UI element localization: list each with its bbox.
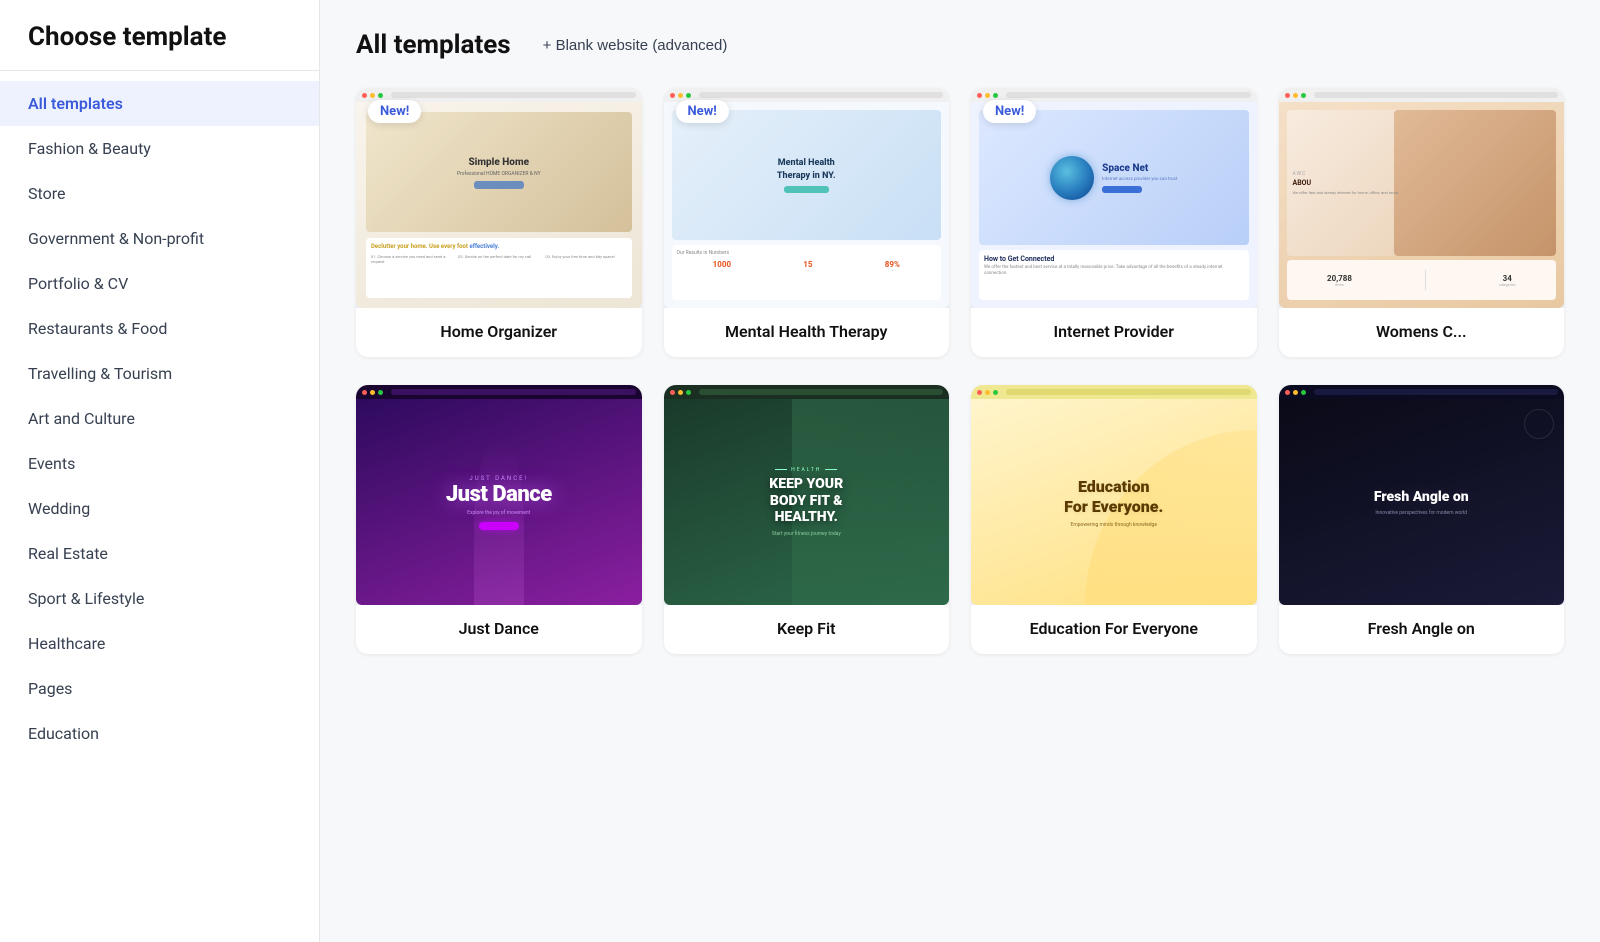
card-preview-just-dance: JUST DANCE! Just Dance Explore the joy o…: [356, 385, 642, 605]
sidebar-item-fashion-beauty[interactable]: Fashion & Beauty: [0, 126, 319, 171]
card-preview-mental-health: New! Mental HealthTherapy in NY.: [664, 88, 950, 308]
card-preview-home-organizer: New! Simple Home Professional HOME ORGAN…: [356, 88, 642, 308]
chrome-dot-red-6: [670, 390, 675, 395]
template-card-home-organizer[interactable]: New! Simple Home Professional HOME ORGAN…: [356, 88, 642, 357]
chrome-dot-yellow-3: [985, 93, 990, 98]
sidebar-item-education[interactable]: Education: [0, 711, 319, 756]
sidebar-title: Choose template: [0, 0, 319, 71]
card-label-internet-provider: Internet Provider: [971, 308, 1257, 357]
chrome-dot-green-3: [993, 93, 998, 98]
chrome-dot-yellow-5: [370, 390, 375, 395]
sidebar-item-pages[interactable]: Pages: [0, 666, 319, 711]
card-label-keep-fit: Keep Fit: [664, 605, 950, 654]
card-label-education-for-everyone: Education For Everyone: [971, 605, 1257, 654]
new-badge-mental-health: New!: [676, 100, 729, 123]
chrome-addr-2: [699, 92, 944, 98]
sidebar-item-travelling-tourism[interactable]: Travelling & Tourism: [0, 351, 319, 396]
sidebar-item-government-nonprofit[interactable]: Government & Non-profit: [0, 216, 319, 261]
sidebar-item-events[interactable]: Events: [0, 441, 319, 486]
chrome-dot-red-8: [1285, 390, 1290, 395]
page-title: All templates: [356, 30, 511, 60]
card-label-just-dance: Just Dance: [356, 605, 642, 654]
template-card-just-dance[interactable]: JUST DANCE! Just Dance Explore the joy o…: [356, 385, 642, 654]
main-header: All templates + Blank website (advanced): [356, 30, 1564, 60]
chrome-dot-red: [362, 93, 367, 98]
chrome-dot-red-4: [1285, 93, 1290, 98]
card-label-fresh-angle: Fresh Angle on: [1279, 605, 1565, 654]
chrome-addr-3: [1006, 92, 1251, 98]
chrome-addr-4: [1314, 92, 1559, 98]
card-preview-womens: AWC ABOU We offer fast and steady intern…: [1279, 88, 1565, 308]
chrome-dot-red-3: [977, 93, 982, 98]
template-card-mental-health[interactable]: New! Mental HealthTherapy in NY.: [664, 88, 950, 357]
sidebar-item-healthcare[interactable]: Healthcare: [0, 621, 319, 666]
chrome-dot-green: [378, 93, 383, 98]
card-label-home-organizer: Home Organizer: [356, 308, 642, 357]
chrome-dot-green-2: [686, 93, 691, 98]
chrome-dot-red-7: [977, 390, 982, 395]
template-card-education-for-everyone[interactable]: EducationFor Everyone. Empowering minds …: [971, 385, 1257, 654]
sidebar-item-restaurants-food[interactable]: Restaurants & Food: [0, 306, 319, 351]
chrome-dot-green-7: [993, 390, 998, 395]
chrome-dot-yellow: [370, 93, 375, 98]
sidebar: Choose template All templates Fashion & …: [0, 0, 320, 942]
chrome-addr-7: [1006, 389, 1251, 395]
template-card-womens-clothing[interactable]: AWC ABOU We offer fast and steady intern…: [1279, 88, 1565, 357]
template-grid: New! Simple Home Professional HOME ORGAN…: [356, 88, 1564, 654]
card-preview-internet-provider: New! Space Net Internet access: [971, 88, 1257, 308]
chrome-dot-green-8: [1301, 390, 1306, 395]
card-preview-keep-fit: HEALTH KEEP YOURBODY FIT &HEALTHY. Start…: [664, 385, 950, 605]
sidebar-item-wedding[interactable]: Wedding: [0, 486, 319, 531]
main-content: All templates + Blank website (advanced)…: [320, 0, 1600, 942]
card-preview-fresh-angle: Fresh Angle on Innovative perspectives f…: [1279, 385, 1565, 605]
template-card-keep-fit[interactable]: HEALTH KEEP YOURBODY FIT &HEALTHY. Start…: [664, 385, 950, 654]
chrome-addr-8: [1314, 389, 1559, 395]
sidebar-item-portfolio-cv[interactable]: Portfolio & CV: [0, 261, 319, 306]
blank-website-button[interactable]: + Blank website (advanced): [531, 31, 740, 60]
card-label-mental-health: Mental Health Therapy: [664, 308, 950, 357]
chrome-dot-yellow-2: [678, 93, 683, 98]
chrome-dot-yellow-7: [985, 390, 990, 395]
chrome-dot-yellow-6: [678, 390, 683, 395]
chrome-dot-green-4: [1301, 93, 1306, 98]
card-preview-education: EducationFor Everyone. Empowering minds …: [971, 385, 1257, 605]
card-label-womens-clothing: Womens C...: [1279, 308, 1565, 357]
template-card-internet-provider[interactable]: New! Space Net Internet access: [971, 88, 1257, 357]
sidebar-item-art-culture[interactable]: Art and Culture: [0, 396, 319, 441]
chrome-dot-red-2: [670, 93, 675, 98]
new-badge-home-organizer: New!: [368, 100, 421, 123]
chrome-addr-6: [699, 389, 944, 395]
chrome-addr: [391, 92, 636, 98]
template-card-fresh-angle[interactable]: Fresh Angle on Innovative perspectives f…: [1279, 385, 1565, 654]
sidebar-item-sport-lifestyle[interactable]: Sport & Lifestyle: [0, 576, 319, 621]
chrome-dot-yellow-4: [1293, 93, 1298, 98]
chrome-addr-5: [391, 389, 636, 395]
new-badge-internet-provider: New!: [983, 100, 1036, 123]
chrome-dot-red-5: [362, 390, 367, 395]
chrome-dot-green-5: [378, 390, 383, 395]
chrome-dot-yellow-8: [1293, 390, 1298, 395]
sidebar-item-real-estate[interactable]: Real Estate: [0, 531, 319, 576]
sidebar-item-store[interactable]: Store: [0, 171, 319, 216]
sidebar-item-all-templates[interactable]: All templates: [0, 81, 319, 126]
sidebar-nav: All templates Fashion & Beauty Store Gov…: [0, 71, 319, 766]
chrome-dot-green-6: [686, 390, 691, 395]
